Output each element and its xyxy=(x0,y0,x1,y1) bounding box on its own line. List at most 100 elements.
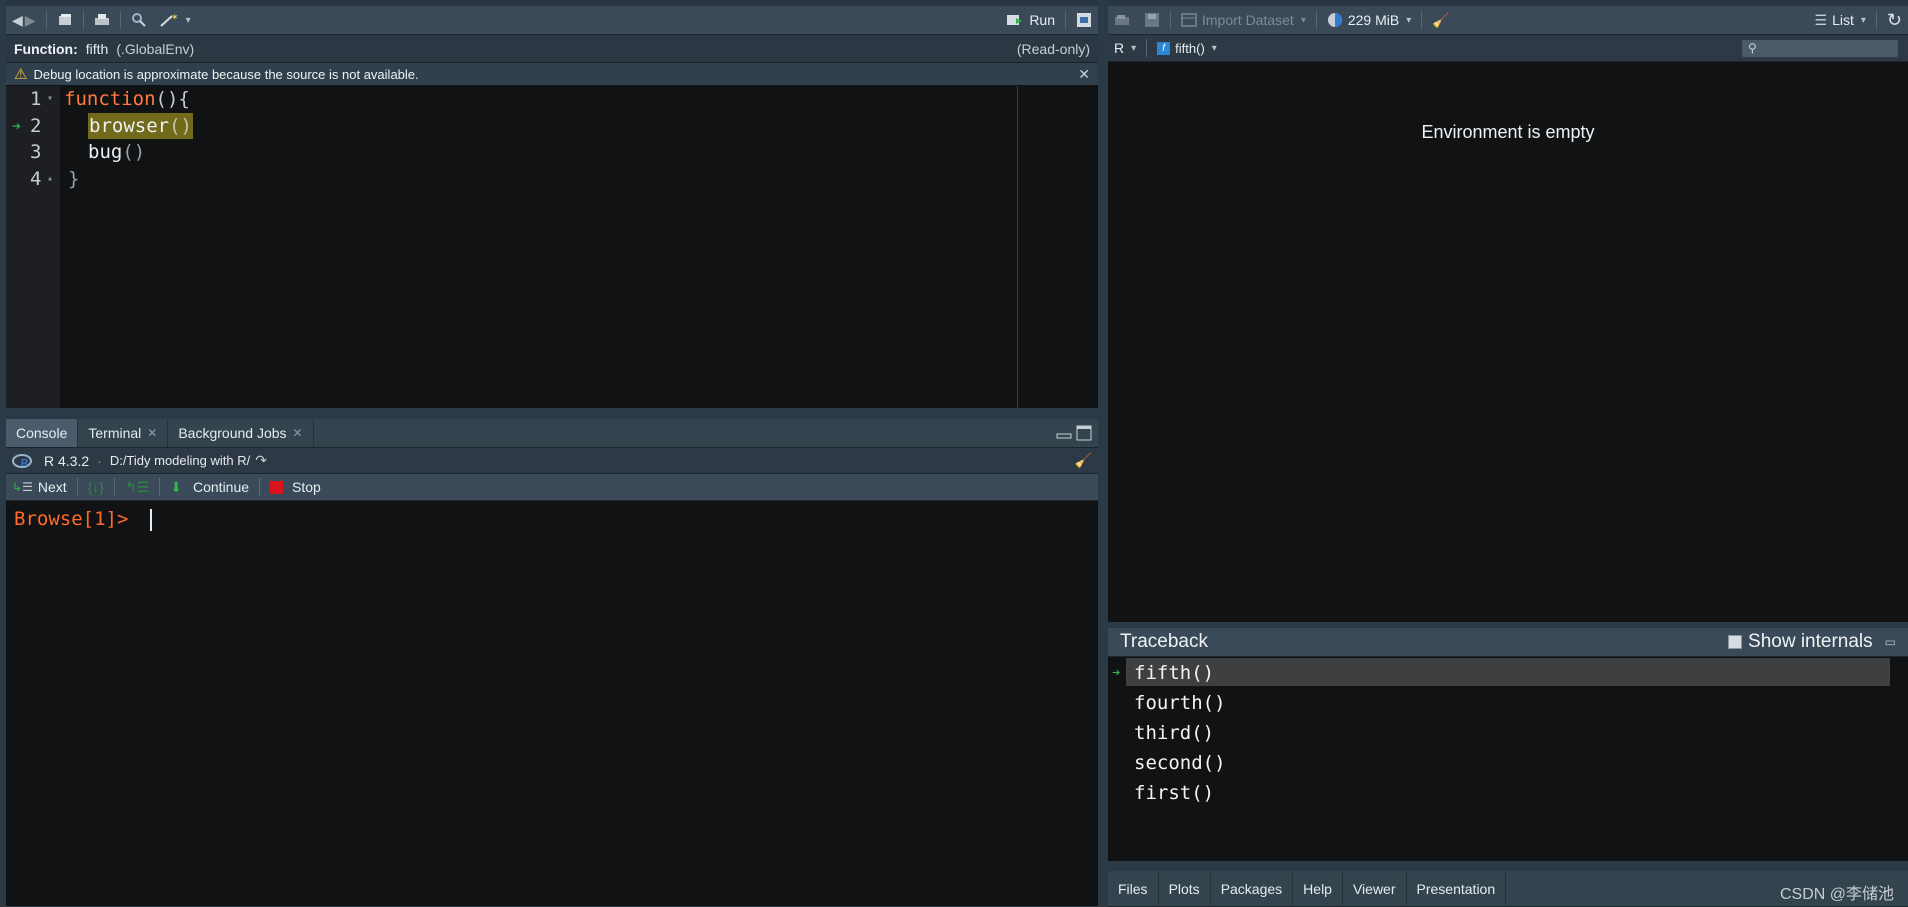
horizontal-splitter[interactable] xyxy=(0,408,1100,419)
chevron-down-icon: ▾ xyxy=(1300,14,1306,26)
toolbar-divider xyxy=(159,478,161,496)
debug-warning-bar: ⚠ Debug location is approximate because … xyxy=(6,63,1098,85)
tab-files[interactable]: Files xyxy=(1108,871,1159,906)
save-workspace-icon[interactable] xyxy=(1138,6,1166,34)
refresh-icon[interactable]: ↻ xyxy=(1881,6,1908,34)
fold-arrow-icon[interactable]: ▾ xyxy=(47,86,53,113)
magic-wand-icon[interactable]: ✶ ▾ xyxy=(153,6,197,34)
frame-label: first() xyxy=(1134,782,1215,804)
tab-packages[interactable]: Packages xyxy=(1211,871,1294,906)
load-workspace-icon[interactable] xyxy=(1108,6,1138,34)
function-env: (.GlobalEnv) xyxy=(116,40,195,57)
language-selector[interactable]: R ▾ xyxy=(1108,35,1142,61)
code-line: ➔ 2 browser() xyxy=(6,112,1098,139)
stop-button[interactable]: Stop xyxy=(264,474,327,500)
close-icon[interactable]: ✕ xyxy=(293,426,303,440)
watermark: CSDN @李储池 xyxy=(1779,886,1894,903)
finish-function-icon[interactable]: ↰☰ xyxy=(119,474,155,500)
code-editor[interactable]: 1 ▾ function(){ ➔ 2 browser() 3 bug() 4 … xyxy=(6,86,1098,192)
line-number: 1 xyxy=(30,88,42,110)
memory-usage-button[interactable]: 229 MiB ▾ xyxy=(1321,6,1417,34)
close-icon[interactable]: ✕ xyxy=(1078,66,1090,83)
environment-empty-message: Environment is empty xyxy=(1421,122,1595,142)
search-icon[interactable] xyxy=(125,6,153,34)
tab-console[interactable]: Console xyxy=(6,419,79,447)
code-line: 3 bug() xyxy=(6,139,1098,166)
files-pane: Files Plots Packages Help Viewer Present… xyxy=(1108,871,1908,907)
view-mode-label: List xyxy=(1832,12,1854,28)
tab-label: Background Jobs xyxy=(178,425,287,441)
tab-help[interactable]: Help xyxy=(1293,871,1343,906)
broom-clear-icon[interactable]: 🧹 xyxy=(1069,448,1098,473)
chevron-down-icon: ▾ xyxy=(1211,42,1217,54)
editor-toolbar: ◀ ▶ ✶ ▾ Run xyxy=(6,6,1098,35)
continue-button[interactable]: ⬇ Continue xyxy=(164,474,255,500)
source-pane: ◀ ▶ ✶ ▾ Run Function: fifth (.GlobalEnv)… xyxy=(6,0,1098,408)
import-dataset-button[interactable]: Import Dataset ▾ xyxy=(1175,6,1312,34)
function-name: fifth xyxy=(85,40,109,57)
frame-label: fourth() xyxy=(1134,692,1226,714)
code-line: 1 ▾ function(){ xyxy=(6,86,1098,113)
forward-arrow-icon[interactable]: ▶ xyxy=(19,6,42,34)
toolbar-divider xyxy=(1146,39,1148,57)
chevron-down-icon: ▾ xyxy=(1131,42,1137,54)
highlighted-call: browser() xyxy=(88,112,193,139)
frame-selector[interactable]: f fifth() ▾ xyxy=(1151,35,1223,61)
console-prompt: Browse[1]> xyxy=(14,508,129,530)
traceback-title: Traceback xyxy=(1120,631,1208,652)
chevron-down-icon: ▾ xyxy=(185,14,191,26)
separator-dot: · xyxy=(97,452,102,469)
search-icon: ⚲ xyxy=(1748,41,1757,55)
working-directory[interactable]: D:/Tidy modeling with R/ xyxy=(110,453,250,468)
frame-label: fifth() xyxy=(1134,662,1215,684)
run-label: Run xyxy=(1029,12,1055,28)
show-internals-checkbox[interactable] xyxy=(1728,635,1743,649)
text-cursor xyxy=(149,508,152,531)
collapse-icon[interactable]: ▭ xyxy=(1885,635,1896,649)
fold-arrow-icon[interactable]: ▴ xyxy=(47,166,53,193)
console-info-bar: R R 4.3.2 · D:/Tidy modeling with R/ ↷ 🧹 xyxy=(6,448,1098,474)
next-label: Next xyxy=(37,479,67,495)
vertical-splitter[interactable] xyxy=(1098,0,1108,906)
source-options-icon[interactable] xyxy=(1070,6,1098,34)
run-button[interactable]: Run xyxy=(1000,6,1061,34)
svg-text:✶: ✶ xyxy=(171,12,179,22)
next-button[interactable]: ↳☰ Next xyxy=(6,474,73,500)
console-output[interactable]: Browse[1]> xyxy=(6,502,1098,906)
console-tabs: Console Terminal ✕ Background Jobs ✕ xyxy=(6,419,1098,448)
memory-label: 229 MiB xyxy=(1347,12,1400,28)
step-into-icon[interactable]: {↓} xyxy=(82,474,110,500)
toolbar-divider xyxy=(45,11,47,29)
code-text: } xyxy=(68,167,80,190)
traceback-frame[interactable]: second() xyxy=(1108,748,1908,778)
maximize-icon[interactable] xyxy=(1070,419,1098,447)
traceback-pane: Traceback Show internals ▭ ➔ fifth() fou… xyxy=(1108,628,1908,861)
tab-viewer[interactable]: Viewer xyxy=(1343,871,1407,906)
traceback-frame[interactable]: third() xyxy=(1108,718,1908,748)
tab-background-jobs[interactable]: Background Jobs ✕ xyxy=(168,419,314,447)
stop-label: Stop xyxy=(292,479,321,495)
tab-label: Terminal xyxy=(88,425,142,441)
traceback-frame[interactable]: fourth() xyxy=(1108,688,1908,718)
toolbar-divider xyxy=(119,11,121,29)
tab-plots[interactable]: Plots xyxy=(1159,871,1211,906)
clear-workspace-broom-icon[interactable]: 🧹 xyxy=(1426,6,1455,34)
environment-search-input[interactable]: ⚲ xyxy=(1742,39,1898,57)
r-logo-icon: R xyxy=(6,448,40,473)
tab-label: Help xyxy=(1303,880,1332,897)
traceback-list: ➔ fifth() fourth() third() second() firs… xyxy=(1108,658,1908,808)
view-mode-button[interactable]: ☰ List ▾ xyxy=(1809,6,1872,34)
traceback-frame[interactable]: ➔ fifth() xyxy=(1108,658,1908,688)
traceback-frame[interactable]: first() xyxy=(1108,778,1908,808)
tab-presentation[interactable]: Presentation xyxy=(1407,871,1507,906)
show-in-window-icon[interactable] xyxy=(51,6,79,34)
toolbar-divider xyxy=(259,478,261,496)
frame-label: second() xyxy=(1134,752,1226,774)
close-icon[interactable]: ✕ xyxy=(147,426,157,440)
go-to-directory-icon[interactable]: ↷ xyxy=(255,452,267,469)
tab-terminal[interactable]: Terminal ✕ xyxy=(78,419,169,447)
warning-text: Debug location is approximate because th… xyxy=(33,66,419,82)
toolbar-divider xyxy=(1170,11,1171,29)
print-icon[interactable] xyxy=(88,6,116,34)
function-icon: f xyxy=(1157,41,1171,55)
